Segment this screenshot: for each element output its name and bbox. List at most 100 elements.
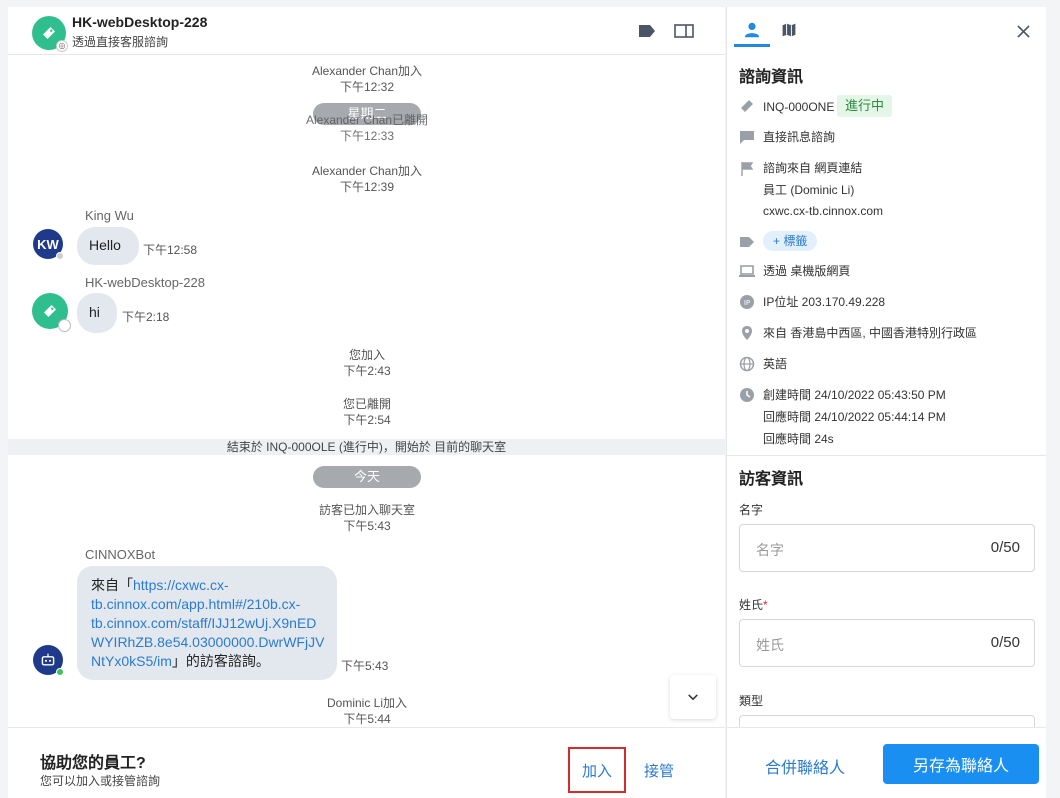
laptop-icon	[739, 265, 755, 277]
chevron-down-icon	[688, 693, 698, 700]
inquiry-language: 英語	[763, 357, 788, 371]
surname-label: 姓氏*	[739, 596, 768, 613]
bot-avatar	[33, 645, 64, 676]
scroll-to-bottom-button[interactable]	[670, 675, 716, 719]
system-event-time: 下午12:39	[339, 180, 395, 194]
close-button[interactable]	[1013, 21, 1033, 41]
system-event-text: Alexander Chan已離開	[305, 113, 429, 127]
system-event-text: 訪客已加入聊天室	[318, 503, 415, 517]
tab-profile[interactable]	[734, 15, 770, 47]
chat-header: ◎ HK-webDesktop-228 透過直接客服諮詢	[8, 7, 725, 55]
system-event-text: Dominic Li加入	[326, 696, 408, 710]
tag-icon	[740, 237, 754, 247]
message-sender: HK-webDesktop-228	[85, 275, 205, 290]
inquiry-response-time: 回應時間 24s	[763, 432, 834, 446]
ticket-icon	[44, 305, 56, 317]
system-event-text: Alexander Chan加入	[311, 164, 423, 178]
inquiry-type: 直接訊息諮詢	[763, 130, 836, 144]
map-icon	[782, 23, 796, 37]
presence-dot	[56, 252, 64, 260]
inquiry-via: 透過 桌機版網頁	[763, 264, 851, 278]
system-event: Dominic Li加入 下午5:44	[267, 695, 467, 727]
name-label: 名字	[739, 503, 764, 517]
split-view-icon[interactable]	[674, 24, 694, 38]
system-event-time: 下午12:33	[339, 129, 395, 143]
surname-placeholder: 姓氏	[756, 637, 784, 653]
inquiry-divider: 結束於 INQ-000OLE (進行中)，開始於 目前的聊天室	[8, 439, 725, 455]
type-label: 類型	[739, 694, 764, 708]
web-badge-icon	[58, 319, 71, 332]
inquiry-location: 來自 香港島中西區, 中國香港特別行政區	[763, 326, 978, 340]
inquiry-url-link[interactable]: cxwc.cx-tb.cinnox.com	[763, 203, 883, 219]
divider	[727, 455, 1047, 456]
chat-icon	[740, 131, 754, 144]
join-button[interactable]: 加入	[568, 747, 626, 793]
chat-subtitle: 透過直接客服諮詢	[72, 35, 169, 49]
system-event: Alexander Chan加入 下午12:39	[267, 163, 467, 195]
status-badge: 進行中	[837, 95, 893, 117]
ticket-icon	[43, 27, 55, 39]
info-pane: 諮詢資訊 INQ-000ONE 進行中 直接訊息諮詢 諮詢來自 網頁連結 員工 …	[726, 7, 1047, 798]
takeover-button[interactable]: 接管	[644, 760, 674, 781]
name-field[interactable]: 名字 0/50	[739, 524, 1035, 572]
window-edge	[1046, 7, 1060, 798]
link-part[interactable]: https://cxwc.cx-	[133, 577, 229, 593]
assist-footer: 協助您的員工? 您可以加入或接管諮詢 加入 接管	[8, 727, 725, 798]
bot-message-bubble: 來自「https://cxwc.cx-tb.cinnox.com/app.htm…	[77, 566, 337, 680]
message-sender: King Wu	[85, 208, 134, 223]
link-part[interactable]: tb.cinnox.com/app.html#/210b.cx-	[91, 596, 300, 612]
person-icon	[744, 22, 760, 37]
surname-char-count: 0/50	[990, 634, 1020, 651]
assist-subtitle: 您可以加入或接管諮詢	[40, 774, 161, 788]
system-event-time: 下午5:44	[343, 712, 391, 726]
clock-icon	[740, 388, 754, 402]
message-bubble: hi	[77, 293, 117, 333]
info-tabs	[727, 7, 1047, 55]
app-root: ◎ HK-webDesktop-228 透過直接客服諮詢 Alexander C…	[0, 0, 1060, 798]
message-time: 下午12:58	[143, 243, 198, 257]
assist-title: 協助您的員工?	[40, 755, 146, 772]
system-event: 訪客已加入聊天室 下午5:43	[267, 502, 467, 534]
inquiry-staff: 員工 (Dominic Li)	[763, 183, 855, 197]
inquiry-ip: IP位址 203.170.49.228	[763, 295, 886, 309]
message-bubble: Hello	[77, 227, 139, 265]
date-pill-today: 今天	[313, 466, 421, 488]
system-event-time: 下午5:43	[343, 519, 391, 533]
name-placeholder: 名字	[756, 542, 784, 558]
inquiry-responded: 回應時間 24/10/2022 05:44:14 PM	[763, 410, 946, 424]
presence-dot	[56, 668, 64, 676]
avatar: KW	[33, 229, 64, 260]
tab-map[interactable]	[775, 15, 803, 45]
inquiry-created: 創建時間 24/10/2022 05:43:50 PM	[763, 388, 946, 402]
flag-icon	[741, 162, 754, 176]
add-tag-button[interactable]: + 標籤	[763, 231, 818, 251]
robot-icon	[41, 653, 55, 666]
system-event: Alexander Chan加入 下午12:32	[267, 63, 467, 95]
contact-actions: 合併聯絡人 另存為聯絡人	[727, 727, 1047, 798]
inquiry-source: 諮詢來自 網頁連結	[763, 161, 863, 175]
location-pin-icon	[742, 326, 752, 340]
inquiry-avatar: ◎	[32, 16, 68, 52]
link-part[interactable]: tb.cinnox.com/staff/IJJ12wUj.X9nED	[91, 615, 316, 631]
tag-icon[interactable]	[638, 24, 656, 38]
visitor-section-title: 訪客資訊	[739, 471, 804, 488]
inquiry-id: INQ-000ONE	[763, 100, 835, 114]
system-event: 您加入 下午2:43	[267, 347, 467, 379]
globe-icon	[739, 356, 755, 372]
inquiry-section-title: 諮詢資訊	[739, 69, 804, 86]
link-part[interactable]: WYIRhZB.8e54.03000000.DwrWFjJV	[91, 634, 324, 650]
message-time: 下午2:18	[122, 310, 170, 324]
system-event: 您已離開 下午2:54	[267, 396, 467, 428]
system-event-time: 下午12:32	[339, 80, 395, 94]
merge-contact-button[interactable]: 合併聯絡人	[765, 754, 845, 778]
system-event-text: 您已離開	[342, 397, 391, 411]
surname-field[interactable]: 姓氏 0/50	[739, 619, 1035, 667]
message-sender: CINNOXBot	[85, 547, 156, 562]
bot-text: 」的訪客諮詢。	[171, 653, 270, 669]
avatar-initials: KW	[37, 236, 59, 252]
link-part[interactable]: NtYx0kS5/im	[91, 653, 172, 669]
system-event-text: 您加入	[348, 348, 385, 362]
save-as-contact-button[interactable]: 另存為聯絡人	[883, 744, 1039, 784]
visitor-avatar	[32, 293, 71, 332]
system-event-text: Alexander Chan加入	[311, 64, 423, 78]
